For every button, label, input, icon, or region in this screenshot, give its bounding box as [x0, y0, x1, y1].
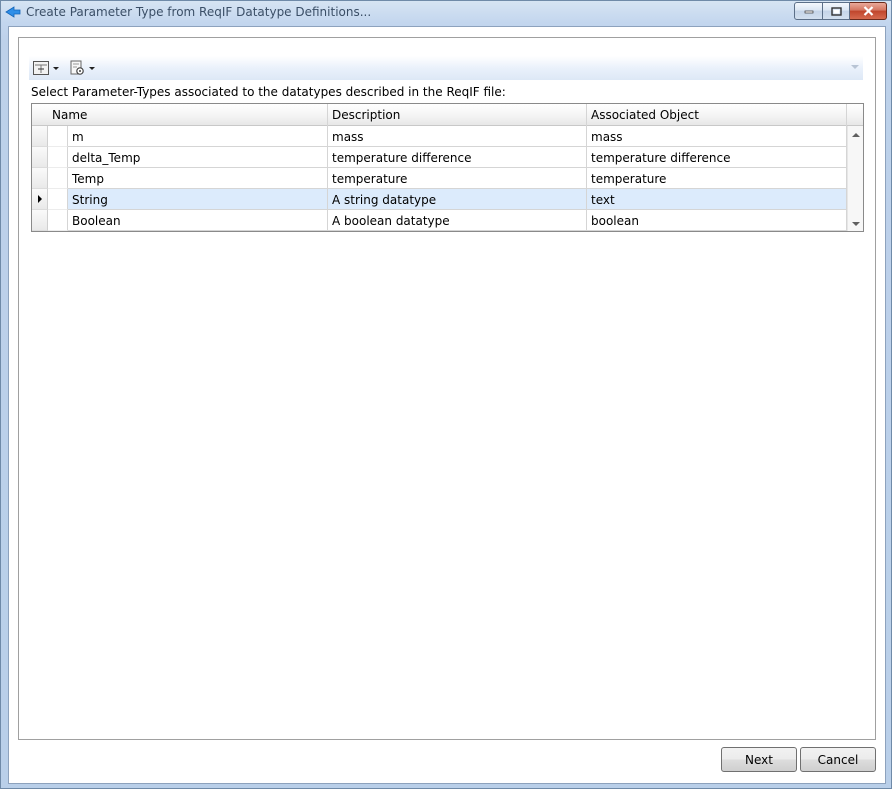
cell-name[interactable]: Boolean: [68, 210, 328, 231]
cell-name[interactable]: delta_Temp: [68, 147, 328, 168]
row-indent: [48, 126, 68, 147]
row-selector[interactable]: [32, 168, 48, 189]
cell-description[interactable]: temperature: [328, 168, 587, 189]
cell-description[interactable]: A string datatype: [328, 189, 587, 210]
row-indent: [48, 189, 68, 210]
cell-name[interactable]: String: [68, 189, 328, 210]
title-bar[interactable]: Create Parameter Type from ReqIF Datatyp…: [1, 1, 891, 25]
cell-name[interactable]: Temp: [68, 168, 328, 189]
current-row-arrow-icon: [38, 195, 42, 203]
vertical-scrollbar[interactable]: [847, 126, 863, 231]
dialog-content: Select Parameter-Types associated to the…: [8, 26, 886, 784]
cancel-button[interactable]: Cancel: [800, 747, 876, 772]
close-button[interactable]: [850, 2, 887, 20]
window-title: Create Parameter Type from ReqIF Datatyp…: [26, 5, 372, 19]
scroll-up-icon[interactable]: [852, 133, 860, 137]
table-row[interactable]: Boolean A boolean datatype boolean: [32, 210, 847, 231]
cell-description[interactable]: A boolean datatype: [328, 210, 587, 231]
table-row[interactable]: m mass mass: [32, 126, 847, 147]
table-row[interactable]: Temp temperature temperature: [32, 168, 847, 189]
minimize-icon: [804, 10, 813, 14]
cell-associated-object[interactable]: text: [587, 189, 847, 210]
chevron-down-icon: [53, 66, 59, 70]
toolbar-overflow-icon[interactable]: [851, 65, 859, 69]
row-indent: [48, 168, 68, 189]
maximize-icon: [830, 6, 842, 16]
row-selector[interactable]: [32, 189, 48, 210]
header-row-selector: [32, 104, 48, 126]
next-button[interactable]: Next: [721, 747, 797, 772]
settings-menu-button[interactable]: [69, 59, 95, 77]
settings-document-icon: [70, 60, 84, 75]
grid-toolbar: [29, 56, 863, 80]
maximize-button[interactable]: [823, 2, 850, 20]
row-selector[interactable]: [32, 210, 48, 231]
row-selector[interactable]: [32, 126, 48, 147]
minimize-button[interactable]: [794, 2, 823, 20]
chevron-down-icon: [89, 66, 95, 70]
close-icon: [863, 6, 873, 16]
column-header-description[interactable]: Description: [328, 104, 587, 126]
cell-associated-object[interactable]: temperature difference: [587, 147, 847, 168]
row-indent: [48, 147, 68, 168]
cell-description[interactable]: mass: [328, 126, 587, 147]
content-panel: Select Parameter-Types associated to the…: [18, 37, 876, 740]
cell-name[interactable]: m: [68, 126, 328, 147]
cell-associated-object[interactable]: boolean: [587, 210, 847, 231]
instruction-text: Select Parameter-Types associated to the…: [31, 85, 506, 99]
cell-associated-object[interactable]: temperature: [587, 168, 847, 189]
grid-header: Name Description Associated Object: [32, 104, 863, 126]
layout-menu-button[interactable]: [33, 59, 59, 77]
row-selector[interactable]: [32, 147, 48, 168]
dialog-window: Create Parameter Type from ReqIF Datatyp…: [0, 0, 892, 789]
column-header-associated-object[interactable]: Associated Object: [587, 104, 847, 126]
table-row-selected[interactable]: String A string datatype text: [32, 189, 847, 210]
row-indent: [48, 210, 68, 231]
grid-layout-icon: [33, 61, 49, 75]
scroll-down-icon[interactable]: [852, 222, 860, 226]
cell-associated-object[interactable]: mass: [587, 126, 847, 147]
column-header-name[interactable]: Name: [48, 104, 328, 126]
table-row[interactable]: delta_Temp temperature difference temper…: [32, 147, 847, 168]
parameter-type-grid[interactable]: Name Description Associated Object m mas…: [31, 103, 864, 232]
cell-description[interactable]: temperature difference: [328, 147, 587, 168]
app-arrow-icon: [5, 6, 21, 18]
